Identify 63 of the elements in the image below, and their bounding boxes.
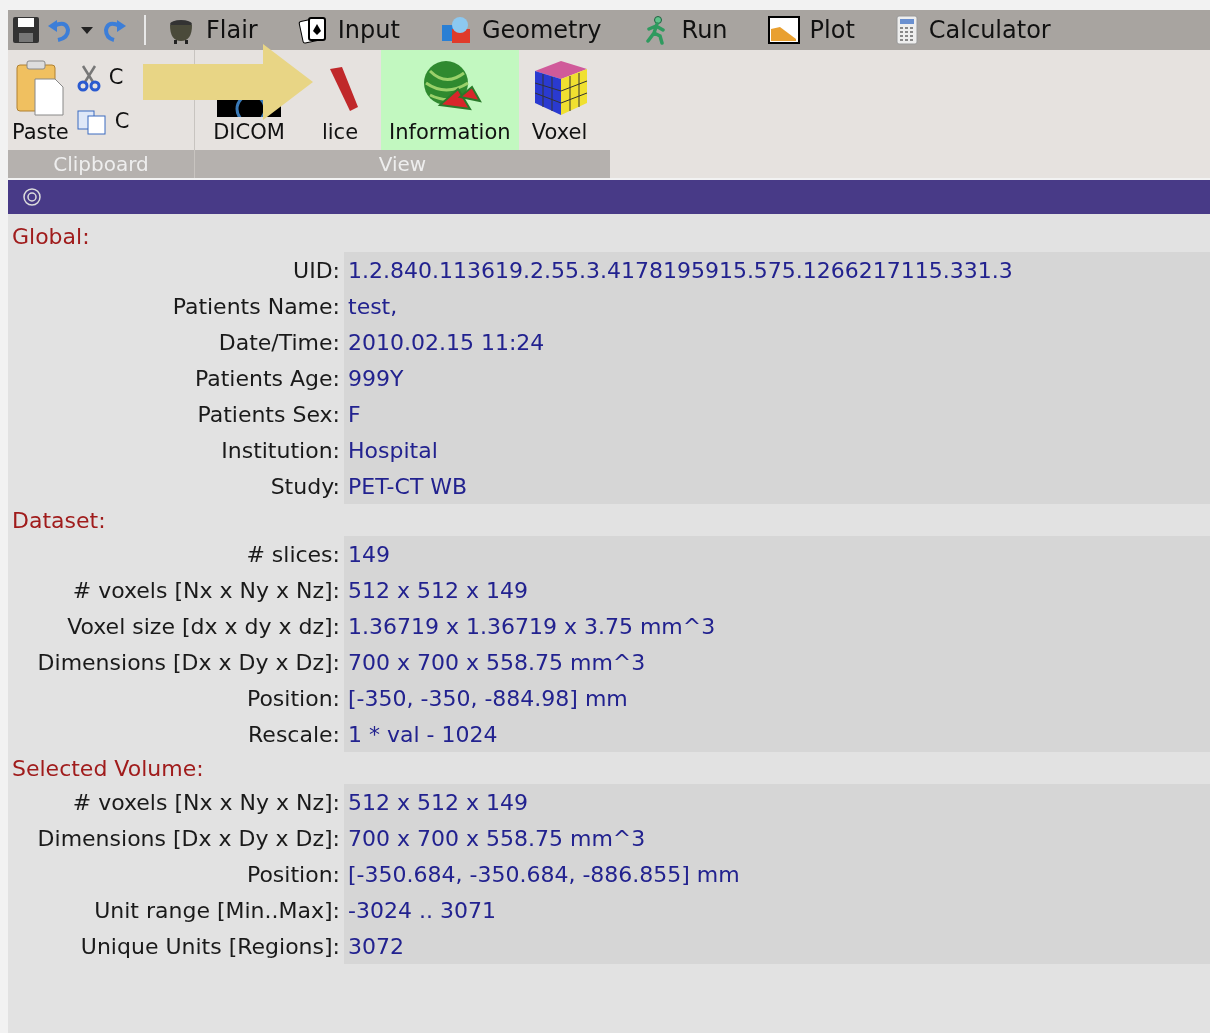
save-icon[interactable] xyxy=(12,16,40,44)
ribbon-tab[interactable]: Flair xyxy=(162,12,262,48)
field-label: Dimensions [Dx x Dy x Dz]: xyxy=(36,824,341,853)
field-label: Institution: xyxy=(220,436,341,465)
copy-icon xyxy=(76,109,107,135)
field-value: [-350.684, -350.684, -886.855] mm xyxy=(344,856,1210,892)
field-label: Voxel size [dx x dy x dz]: xyxy=(66,612,341,641)
ribbon-tab[interactable]: Plot xyxy=(763,12,859,48)
copy-button[interactable]: C xyxy=(76,106,130,138)
field-value: F xyxy=(344,396,1210,432)
ribbon-tab[interactable]: Run xyxy=(637,12,732,48)
field-value: 149 xyxy=(344,536,1210,572)
shapes-icon xyxy=(439,15,472,45)
field-label: Patients Age: xyxy=(193,364,341,393)
field-label: Patients Sex: xyxy=(196,400,341,429)
field-label: Unit range [Min..Max]: xyxy=(93,896,341,925)
field-label: Position: xyxy=(245,684,341,713)
field-value: 1.36719 x 1.36719 x 3.75 mm^3 xyxy=(344,608,1210,644)
collapse-icon[interactable] xyxy=(22,187,42,207)
field-label: Study: xyxy=(269,472,341,501)
view-button[interactable]: Voxel xyxy=(520,50,599,150)
field-value: 700 x 700 x 558.75 mm^3 xyxy=(344,644,1210,680)
field-value: 2010.02.15 11:24 xyxy=(344,324,1210,360)
view-button[interactable]: Information xyxy=(381,50,519,150)
cut-button[interactable]: C xyxy=(76,62,130,94)
field-value: Hospital xyxy=(344,432,1210,468)
field-value: test, xyxy=(344,288,1210,324)
scissors-icon xyxy=(76,64,101,92)
field-label: Date/Time: xyxy=(217,328,341,357)
field-label: Patients Name: xyxy=(171,292,341,321)
section-title: Global: xyxy=(11,222,91,251)
field-label: # voxels [Nx x Ny x Nz]: xyxy=(71,576,341,605)
section-title: Dataset: xyxy=(11,506,107,535)
field-label: UID: xyxy=(292,256,341,285)
field-value: 512 x 512 x 149 xyxy=(344,572,1210,608)
field-value: [-350, -350, -884.98] mm xyxy=(344,680,1210,716)
dropdown-icon[interactable] xyxy=(80,25,94,35)
cards-icon xyxy=(297,15,328,45)
field-label: Unique Units [Regions]: xyxy=(79,932,341,961)
calculator-icon xyxy=(894,15,919,45)
section-title: Selected Volume: xyxy=(11,754,205,783)
ribbon-tab[interactable]: Calculator xyxy=(890,12,1055,48)
field-label: Rescale: xyxy=(247,720,341,749)
group-label: View xyxy=(195,150,610,178)
field-label: Dimensions [Dx x Dy x Dz]: xyxy=(36,648,341,677)
field-value: -3024 .. 3071 xyxy=(344,892,1210,928)
field-value: 3072 xyxy=(344,928,1210,964)
ribbon-tab[interactable]: Input xyxy=(293,12,404,48)
ribbon-tab[interactable]: Geometry xyxy=(435,12,606,48)
field-value: 999Y xyxy=(344,360,1210,396)
clipboard-icon xyxy=(15,58,66,117)
field-label: Position: xyxy=(245,860,341,889)
field-value: 512 x 512 x 149 xyxy=(344,784,1210,820)
group-label: Clipboard xyxy=(8,150,194,178)
paste-button[interactable]: Paste xyxy=(12,50,69,150)
field-label: # voxels [Nx x Ny x Nz]: xyxy=(71,788,341,817)
plot-icon xyxy=(767,15,800,45)
view-button[interactable]: lice xyxy=(301,50,379,150)
field-value: 1.2.840.113619.2.55.3.4178195915.575.1266217115.331.3 xyxy=(344,252,1210,288)
field-value: 700 x 700 x 558.75 mm^3 xyxy=(344,820,1210,856)
field-value: PET-CT WB xyxy=(344,468,1210,504)
field-label: # slices: xyxy=(245,540,341,569)
field-value: 1 * val - 1024 xyxy=(344,716,1210,752)
